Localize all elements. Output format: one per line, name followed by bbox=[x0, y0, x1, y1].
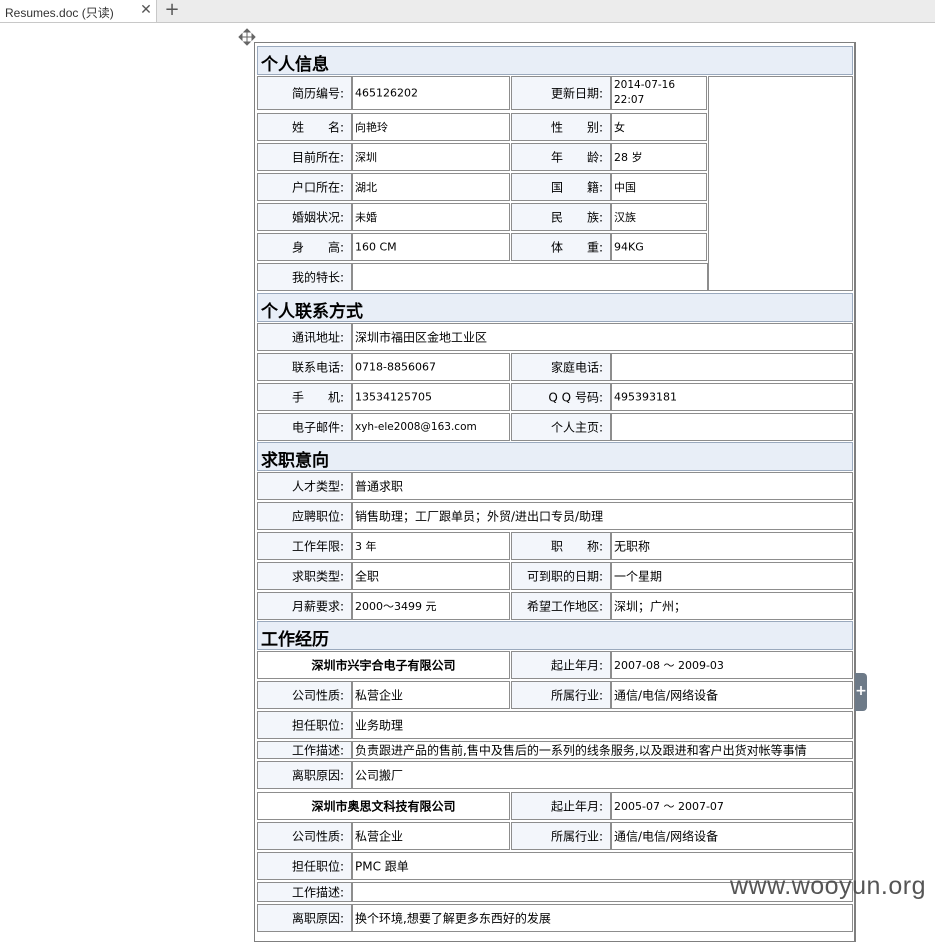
region-label: 希望工作地区: bbox=[511, 592, 611, 620]
job-description-label: 工作描述: bbox=[257, 741, 352, 759]
years-value: 3 年 bbox=[352, 532, 510, 560]
ethnicity-value: 汉族 bbox=[611, 203, 707, 231]
email-value: xyh-ele2008@163.com bbox=[352, 413, 510, 441]
period-label: 起止年月: bbox=[511, 792, 611, 820]
location-label: 目前所在: bbox=[257, 143, 352, 171]
qq-value: 495393181 bbox=[611, 383, 853, 411]
weight-label: 体 重: bbox=[511, 233, 611, 261]
section-job-intention: 求职意向 bbox=[257, 442, 853, 471]
close-icon[interactable]: ✕ bbox=[139, 3, 153, 17]
plus-icon: + bbox=[855, 683, 867, 699]
updated-date-value: 2014-07-16 22:07 bbox=[611, 76, 707, 110]
height-value: 160 CM bbox=[352, 233, 510, 261]
role-label: 担任职位: bbox=[257, 711, 352, 739]
job-description-label: 工作描述: bbox=[257, 882, 352, 902]
available-label: 可到职的日期: bbox=[511, 562, 611, 590]
tab-title: Resumes.doc (只读) bbox=[5, 6, 114, 20]
document-tab[interactable]: Resumes.doc (只读) ✕ bbox=[0, 0, 157, 22]
updated-date-label: 更新日期: bbox=[511, 76, 611, 110]
gender-value: 女 bbox=[611, 113, 707, 141]
section-title: 工作经历 bbox=[261, 630, 329, 650]
resume-id-label: 简历编号: bbox=[257, 76, 352, 110]
company-nature-value: 私营企业 bbox=[352, 681, 510, 709]
photo-area bbox=[708, 76, 853, 291]
section-title: 个人联系方式 bbox=[261, 302, 363, 322]
title-label: 职 称: bbox=[511, 532, 611, 560]
homepage-value bbox=[611, 413, 853, 441]
new-tab-icon[interactable]: + bbox=[163, 1, 181, 19]
salary-label: 月薪要求: bbox=[257, 592, 352, 620]
mobile-value: 13534125705 bbox=[352, 383, 510, 411]
job-type-value: 全职 bbox=[352, 562, 510, 590]
industry-label: 所属行业: bbox=[511, 822, 611, 850]
talent-type-label: 人才类型: bbox=[257, 472, 352, 500]
address-label: 通讯地址: bbox=[257, 323, 352, 351]
home-phone-value bbox=[611, 353, 853, 381]
age-label: 年 龄: bbox=[511, 143, 611, 171]
period-value: 2005-07 ～ 2007-07 bbox=[611, 792, 853, 820]
marital-value: 未婚 bbox=[352, 203, 510, 231]
side-panel-toggle[interactable]: + bbox=[855, 673, 867, 711]
age-value: 28 岁 bbox=[611, 143, 707, 171]
ethnicity-label: 民 族: bbox=[511, 203, 611, 231]
specialty-label: 我的特长: bbox=[257, 263, 352, 291]
mobile-label: 手 机: bbox=[257, 383, 352, 411]
specialty-value bbox=[352, 263, 708, 291]
company-nature-label: 公司性质: bbox=[257, 822, 352, 850]
company-nature-label: 公司性质: bbox=[257, 681, 352, 709]
home-phone-label: 家庭电话: bbox=[511, 353, 611, 381]
phone-value: 0718-8856067 bbox=[352, 353, 510, 381]
marital-label: 婚姻状况: bbox=[257, 203, 352, 231]
qq-label: Q Q 号码: bbox=[511, 383, 611, 411]
hukou-label: 户口所在: bbox=[257, 173, 352, 201]
section-contact: 个人联系方式 bbox=[257, 293, 853, 322]
height-label: 身 高: bbox=[257, 233, 352, 261]
section-title: 求职意向 bbox=[261, 451, 329, 471]
hukou-value: 湖北 bbox=[352, 173, 510, 201]
period-label: 起止年月: bbox=[511, 651, 611, 679]
phone-label: 联系电话: bbox=[257, 353, 352, 381]
industry-value: 通信/电信/网络设备 bbox=[611, 822, 853, 850]
industry-value: 通信/电信/网络设备 bbox=[611, 681, 853, 709]
gender-label: 性 别: bbox=[511, 113, 611, 141]
section-personal-info: 个人信息 bbox=[257, 46, 853, 75]
weight-value: 94KG bbox=[611, 233, 707, 261]
leave-reason-label: 离职原因: bbox=[257, 904, 352, 932]
role-label: 担任职位: bbox=[257, 852, 352, 880]
tab-bar: Resumes.doc (只读) ✕ + bbox=[0, 0, 935, 23]
position-value: 销售助理；工厂跟单员；外贸/进出口专员/助理 bbox=[352, 502, 853, 530]
name-value: 向艳玲 bbox=[352, 113, 510, 141]
position-label: 应聘职位: bbox=[257, 502, 352, 530]
section-title: 个人信息 bbox=[261, 55, 329, 75]
watermark: www.wooyun.org bbox=[730, 872, 926, 900]
resume-id-value: 465126202 bbox=[352, 76, 510, 110]
company-nature-value: 私营企业 bbox=[352, 822, 510, 850]
region-value: 深圳；广州； bbox=[611, 592, 853, 620]
available-value: 一个星期 bbox=[611, 562, 853, 590]
resume-table: 个人信息 简历编号: 465126202 更新日期: 2014-07-16 22… bbox=[254, 42, 856, 942]
salary-value: 2000～3499 元 bbox=[352, 592, 510, 620]
period-value: 2007-08 ～ 2009-03 bbox=[611, 651, 853, 679]
name-label: 姓 名: bbox=[257, 113, 352, 141]
job-type-label: 求职类型: bbox=[257, 562, 352, 590]
role-value: 业务助理 bbox=[352, 711, 853, 739]
section-work-experience: 工作经历 bbox=[257, 621, 853, 650]
location-value: 深圳 bbox=[352, 143, 510, 171]
industry-label: 所属行业: bbox=[511, 681, 611, 709]
company-name: 深圳市兴宇合电子有限公司 bbox=[257, 651, 510, 679]
years-label: 工作年限: bbox=[257, 532, 352, 560]
title-value: 无职称 bbox=[611, 532, 853, 560]
homepage-label: 个人主页: bbox=[511, 413, 611, 441]
leave-reason-value: 公司搬厂 bbox=[352, 761, 853, 789]
job-description-value: 负责跟进产品的售前,售中及售后的一系列的线条服务,以及跟进和客户出货对帐等事情 bbox=[352, 741, 853, 759]
nationality-label: 国 籍: bbox=[511, 173, 611, 201]
talent-type-value: 普通求职 bbox=[352, 472, 853, 500]
address-value: 深圳市福田区金地工业区 bbox=[352, 323, 853, 351]
leave-reason-label: 离职原因: bbox=[257, 761, 352, 789]
leave-reason-value: 换个环境,想要了解更多东西好的发展 bbox=[352, 904, 853, 932]
email-label: 电子邮件: bbox=[257, 413, 352, 441]
nationality-value: 中国 bbox=[611, 173, 707, 201]
company-name: 深圳市奥思文科技有限公司 bbox=[257, 792, 510, 820]
